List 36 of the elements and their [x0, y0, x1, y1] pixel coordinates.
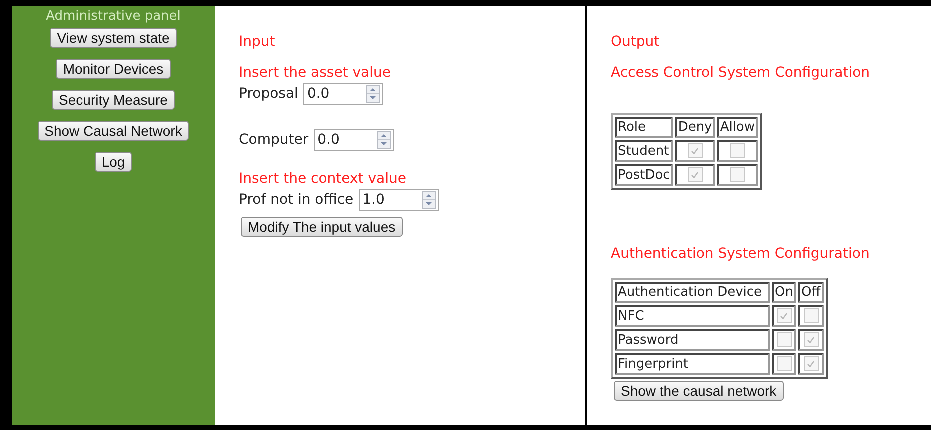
nav-button[interactable]: Security Measure	[52, 90, 175, 110]
checkmark-icon	[806, 358, 816, 369]
checkmark-icon	[779, 310, 790, 321]
column-header: Role	[615, 117, 674, 138]
table-title: Authentication System Configuration	[611, 246, 870, 263]
nav-button[interactable]: Show Causal Network	[38, 121, 190, 141]
nav-button[interactable]: View system state	[50, 28, 177, 48]
table-cell: NFC	[615, 305, 770, 327]
spinner-icon[interactable]	[366, 85, 380, 103]
nav-button[interactable]: Log	[94, 152, 132, 172]
nav-button[interactable]: Monitor Devices	[56, 59, 171, 79]
table-cell: Fingerprint	[615, 353, 770, 375]
table-cell: Password	[615, 329, 770, 351]
table-title: Access Control System Configuration	[611, 65, 870, 82]
field-label: Computer	[239, 132, 309, 148]
checkmark-icon	[806, 334, 816, 345]
section-heading: Input	[239, 34, 276, 51]
field-label: Proposal	[239, 86, 298, 102]
column-header: Allow	[717, 117, 758, 138]
modify-button[interactable]: Modify The input values	[241, 217, 403, 237]
spinner-icon[interactable]	[376, 131, 391, 149]
checkmark-icon	[690, 170, 700, 180]
section-heading: Output	[611, 34, 660, 51]
checkmark-icon	[690, 146, 700, 156]
column-header: On	[772, 282, 796, 303]
show-network-button[interactable]: Show the causal network	[614, 381, 784, 401]
section-heading: Insert the asset value	[239, 65, 391, 82]
spinner-icon[interactable]	[422, 191, 436, 209]
column-header: Authentication Device	[615, 282, 770, 303]
field-label: Prof not in office	[239, 192, 354, 208]
table-cell: Student	[615, 140, 674, 162]
table-cell: PostDoc	[615, 164, 674, 186]
panel-title: Administrative panel	[46, 10, 181, 24]
column-header: Off	[798, 282, 824, 303]
section-heading: Insert the context value	[239, 171, 406, 188]
column-header: Deny	[675, 117, 716, 138]
